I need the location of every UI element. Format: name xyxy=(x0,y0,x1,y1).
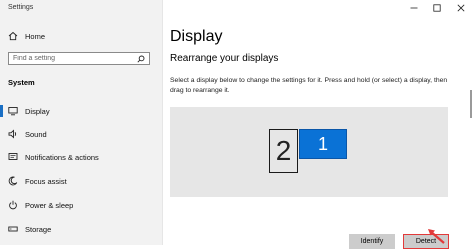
section-label-system: System xyxy=(8,78,35,87)
page-title: Display xyxy=(170,28,223,45)
sidebar-item-focus-assist[interactable]: Focus assist xyxy=(8,172,67,190)
section-heading: Rearrange your displays xyxy=(170,53,279,64)
moon-icon xyxy=(8,176,18,186)
monitor-icon xyxy=(8,106,18,116)
pointer-arrow-annotation xyxy=(424,227,448,245)
sidebar-item-sound[interactable]: Sound xyxy=(8,125,47,143)
sidebar-item-display[interactable]: Display xyxy=(8,102,50,120)
sidebar-item-label: Focus assist xyxy=(25,176,67,186)
sidebar-item-power-sleep[interactable]: Power & sleep xyxy=(8,196,73,214)
window-title: Settings xyxy=(8,4,34,11)
search-box[interactable] xyxy=(8,52,150,65)
selection-indicator xyxy=(0,105,3,117)
nav-home[interactable]: Home xyxy=(8,27,45,45)
sidebar-item-label: Sound xyxy=(25,129,47,139)
display-2-tile[interactable]: 2 xyxy=(269,129,298,173)
storage-icon xyxy=(8,224,18,234)
sidebar-item-notifications[interactable]: Notifications & actions xyxy=(8,148,99,166)
sidebar-item-storage[interactable]: Storage xyxy=(8,220,51,238)
sidebar-item-label: Display xyxy=(25,106,50,116)
minimize-icon[interactable] xyxy=(405,0,423,16)
speaker-icon xyxy=(8,129,18,139)
display-1-tile[interactable]: 1 xyxy=(299,129,347,159)
sidebar-divider xyxy=(162,0,163,245)
display-arrangement-area: 2 1 xyxy=(170,107,448,197)
power-icon xyxy=(8,200,18,210)
nav-home-label: Home xyxy=(25,31,46,41)
notifications-icon xyxy=(8,152,18,162)
maximize-icon[interactable] xyxy=(428,0,446,16)
home-icon xyxy=(8,31,18,41)
search-icon[interactable] xyxy=(137,50,145,68)
close-icon[interactable] xyxy=(452,0,470,16)
search-input[interactable] xyxy=(13,55,133,62)
sidebar-item-label: Power & sleep xyxy=(25,200,74,210)
identify-button[interactable]: Identify xyxy=(349,234,395,249)
scrollbar[interactable] xyxy=(470,90,472,118)
sidebar-item-label: Notifications & actions xyxy=(25,152,99,162)
sidebar-item-label: Storage xyxy=(25,224,52,234)
description-text: Select a display below to change the set… xyxy=(170,77,448,94)
